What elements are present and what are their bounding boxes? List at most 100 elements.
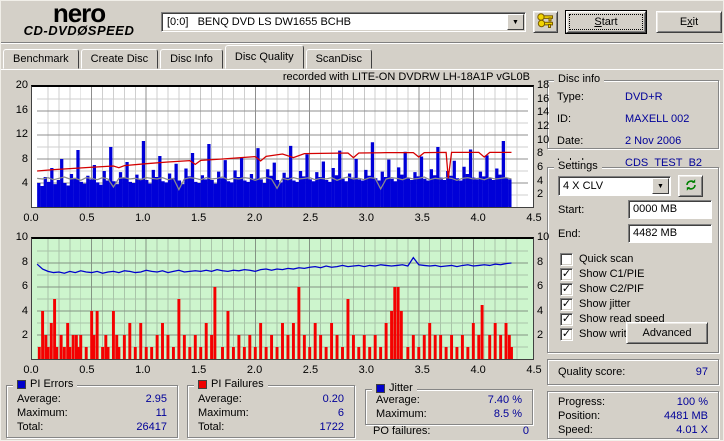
y-axis-left-tick: 20: [15, 79, 28, 91]
row-position-: Position: 4481 MB: [548, 409, 718, 423]
row-label: Maximum:: [17, 407, 68, 419]
row-maximum-: Maximum: 11: [7, 406, 177, 420]
logo-line2: CD-DVDØSPEED: [23, 23, 135, 38]
end-mb-label: End:: [558, 228, 581, 240]
jitter-legend-swatch: [376, 383, 385, 393]
checkbox-quick-scan[interactable]: Quick scan: [560, 252, 633, 266]
pi-errors-box: PI Errors Average: 2.95 Maximum: 11 Total: 26…: [6, 378, 178, 438]
checkbox-show-jitter[interactable]: ✓ Show jitter: [560, 297, 630, 311]
po-failures-value: 0: [522, 425, 529, 437]
row-average-: Average: 7.40 %: [366, 393, 532, 407]
y-axis-left-tick: 2: [21, 329, 28, 342]
tab-disc-quality[interactable]: Disc Quality: [224, 45, 304, 69]
checkbox-show-c1-pie[interactable]: ✓ Show C1/PIE: [560, 267, 644, 281]
po-failures-row: PO failures: 0: [373, 425, 529, 437]
checkbox-box[interactable]: ✓: [560, 282, 573, 296]
x-axis-tick: 2.5: [302, 212, 319, 224]
checkbox-label: Quick scan: [579, 253, 634, 265]
pi-errors-rows: Average: 2.95 Maximum: 11 Total: 26417: [7, 386, 177, 434]
row-id-: ID: MAXELL 002: [548, 108, 718, 130]
y-axis-right-tick: 8: [537, 255, 544, 268]
y-axis-right-tick: 10: [537, 133, 550, 146]
pi-errors-chart: [31, 85, 534, 208]
x-axis-tick: 4.0: [470, 364, 486, 376]
row-speed-: Speed: 4.01 X: [548, 423, 718, 437]
start-button[interactable]: Start: [566, 11, 646, 33]
checkbox-box[interactable]: ✓: [560, 267, 573, 281]
row-total-: Total: 26417: [7, 420, 177, 434]
y-axis-right-tick: 2: [537, 329, 544, 342]
checkbox-show-c2-pif[interactable]: ✓ Show C2/PIF: [560, 282, 644, 296]
x-axis-tick: 3.0: [358, 364, 374, 376]
row-label: Date:: [557, 135, 584, 147]
row-label: Type:: [557, 91, 584, 103]
drive-select-value: [0:0] BENQ DVD LS DW1655 BCHB: [167, 16, 352, 28]
y-axis-right-tick: 8: [537, 147, 544, 160]
pi-failures-title: PI Failures: [211, 378, 264, 390]
row-date-: Date: 2 Nov 2006: [548, 130, 718, 152]
checkbox-label: Show jitter: [579, 298, 631, 310]
row-label: ID:: [557, 113, 572, 125]
options-button[interactable]: [533, 11, 558, 33]
jitter-box: Jitter Average: 7.40 % Maximum: 8.5 %: [365, 382, 533, 425]
tab-benchmark[interactable]: Benchmark: [3, 49, 79, 69]
y-axis-left-tick: 4: [21, 304, 28, 317]
y-axis-right-tick: 16: [537, 92, 550, 105]
x-axis-tick: 0.0: [23, 364, 39, 376]
row-value: 2 Nov 2006: [625, 135, 682, 147]
pi-errors-legend-swatch: [17, 379, 26, 389]
y-axis-left-tick: 4: [21, 177, 28, 190]
tab-scandisc[interactable]: ScanDisc: [305, 49, 373, 69]
row-value: 4.01 X: [676, 424, 708, 436]
row-value: 2.95: [145, 393, 167, 405]
app-window: nero CD-DVDØSPEED [0:0] BENQ DVD LS DW16…: [0, 0, 724, 441]
row-average-: Average: 0.20: [188, 392, 354, 406]
toolbar-separator: [1, 42, 723, 44]
tab-disc-info[interactable]: Disc Info: [160, 49, 223, 69]
checkbox-box[interactable]: ✓: [560, 327, 573, 341]
start-mb-field[interactable]: 0000 MB: [628, 200, 712, 219]
row-value: 8.5 %: [493, 408, 522, 420]
chevron-down-icon[interactable]: ▼: [652, 178, 669, 194]
row-value: 11: [155, 407, 167, 419]
progress-box: Progress: 100 % Position: 4481 MB Speed: 4.01…: [547, 391, 719, 439]
x-axis-tick: 3.5: [414, 212, 430, 224]
row-label: Progress:: [558, 396, 606, 408]
checkbox-label: Show C1/PIE: [579, 268, 645, 280]
x-axis-tick: 4.5: [526, 364, 542, 376]
checkbox-box[interactable]: ✓: [560, 297, 573, 311]
pi-errors-title: PI Errors: [30, 378, 74, 390]
settings-group: Settings 4 X CLV ▼ Start: 0000 MB End: 4…: [547, 160, 719, 353]
nero-logo: nero CD-DVDØSPEED: [5, 0, 153, 38]
tab-create-disc[interactable]: Create Disc: [80, 49, 159, 69]
row-progress-: Progress: 100 %: [548, 395, 718, 409]
logo-line1: nero: [52, 0, 106, 28]
advanced-button[interactable]: Advanced: [626, 322, 708, 344]
pi-failures-legend-swatch: [198, 379, 207, 389]
scan-speed-select[interactable]: 4 X CLV ▼: [558, 176, 671, 196]
start-mb-label: Start:: [558, 204, 585, 216]
x-axis-tick: 1.0: [135, 212, 151, 224]
row-value: 7.40 %: [487, 394, 522, 406]
refresh-button[interactable]: [678, 175, 703, 197]
end-mb-field[interactable]: 4482 MB: [628, 224, 712, 243]
exit-button[interactable]: Exit: [656, 11, 722, 33]
x-axis-tick: 3.5: [414, 364, 430, 376]
row-average-: Average: 2.95: [7, 392, 177, 406]
row-type-: Type: DVD+R: [548, 86, 718, 108]
chevron-down-icon[interactable]: ▼: [507, 14, 524, 30]
row-label: Average:: [17, 393, 61, 405]
x-axis-tick: 0.5: [79, 212, 95, 224]
drive-select[interactable]: [0:0] BENQ DVD LS DW1655 BCHB ▼: [161, 12, 526, 32]
y-axis-right-tick: 6: [537, 161, 544, 173]
settings-title: Settings: [554, 160, 602, 172]
checkbox-box[interactable]: [560, 252, 573, 266]
y-axis-left-tick: 12: [15, 128, 28, 141]
checkbox-label: Show C2/PIF: [579, 283, 644, 295]
x-axis-tick: 4.0: [470, 212, 486, 224]
disc-info-title: Disc info: [554, 73, 605, 85]
checkbox-box[interactable]: ✓: [560, 312, 573, 326]
toolbar: nero CD-DVDØSPEED [0:0] BENQ DVD LS DW16…: [1, 0, 723, 42]
quality-score-box: Quality score: 97: [547, 359, 719, 385]
pif-jitter-chart: [31, 237, 534, 360]
